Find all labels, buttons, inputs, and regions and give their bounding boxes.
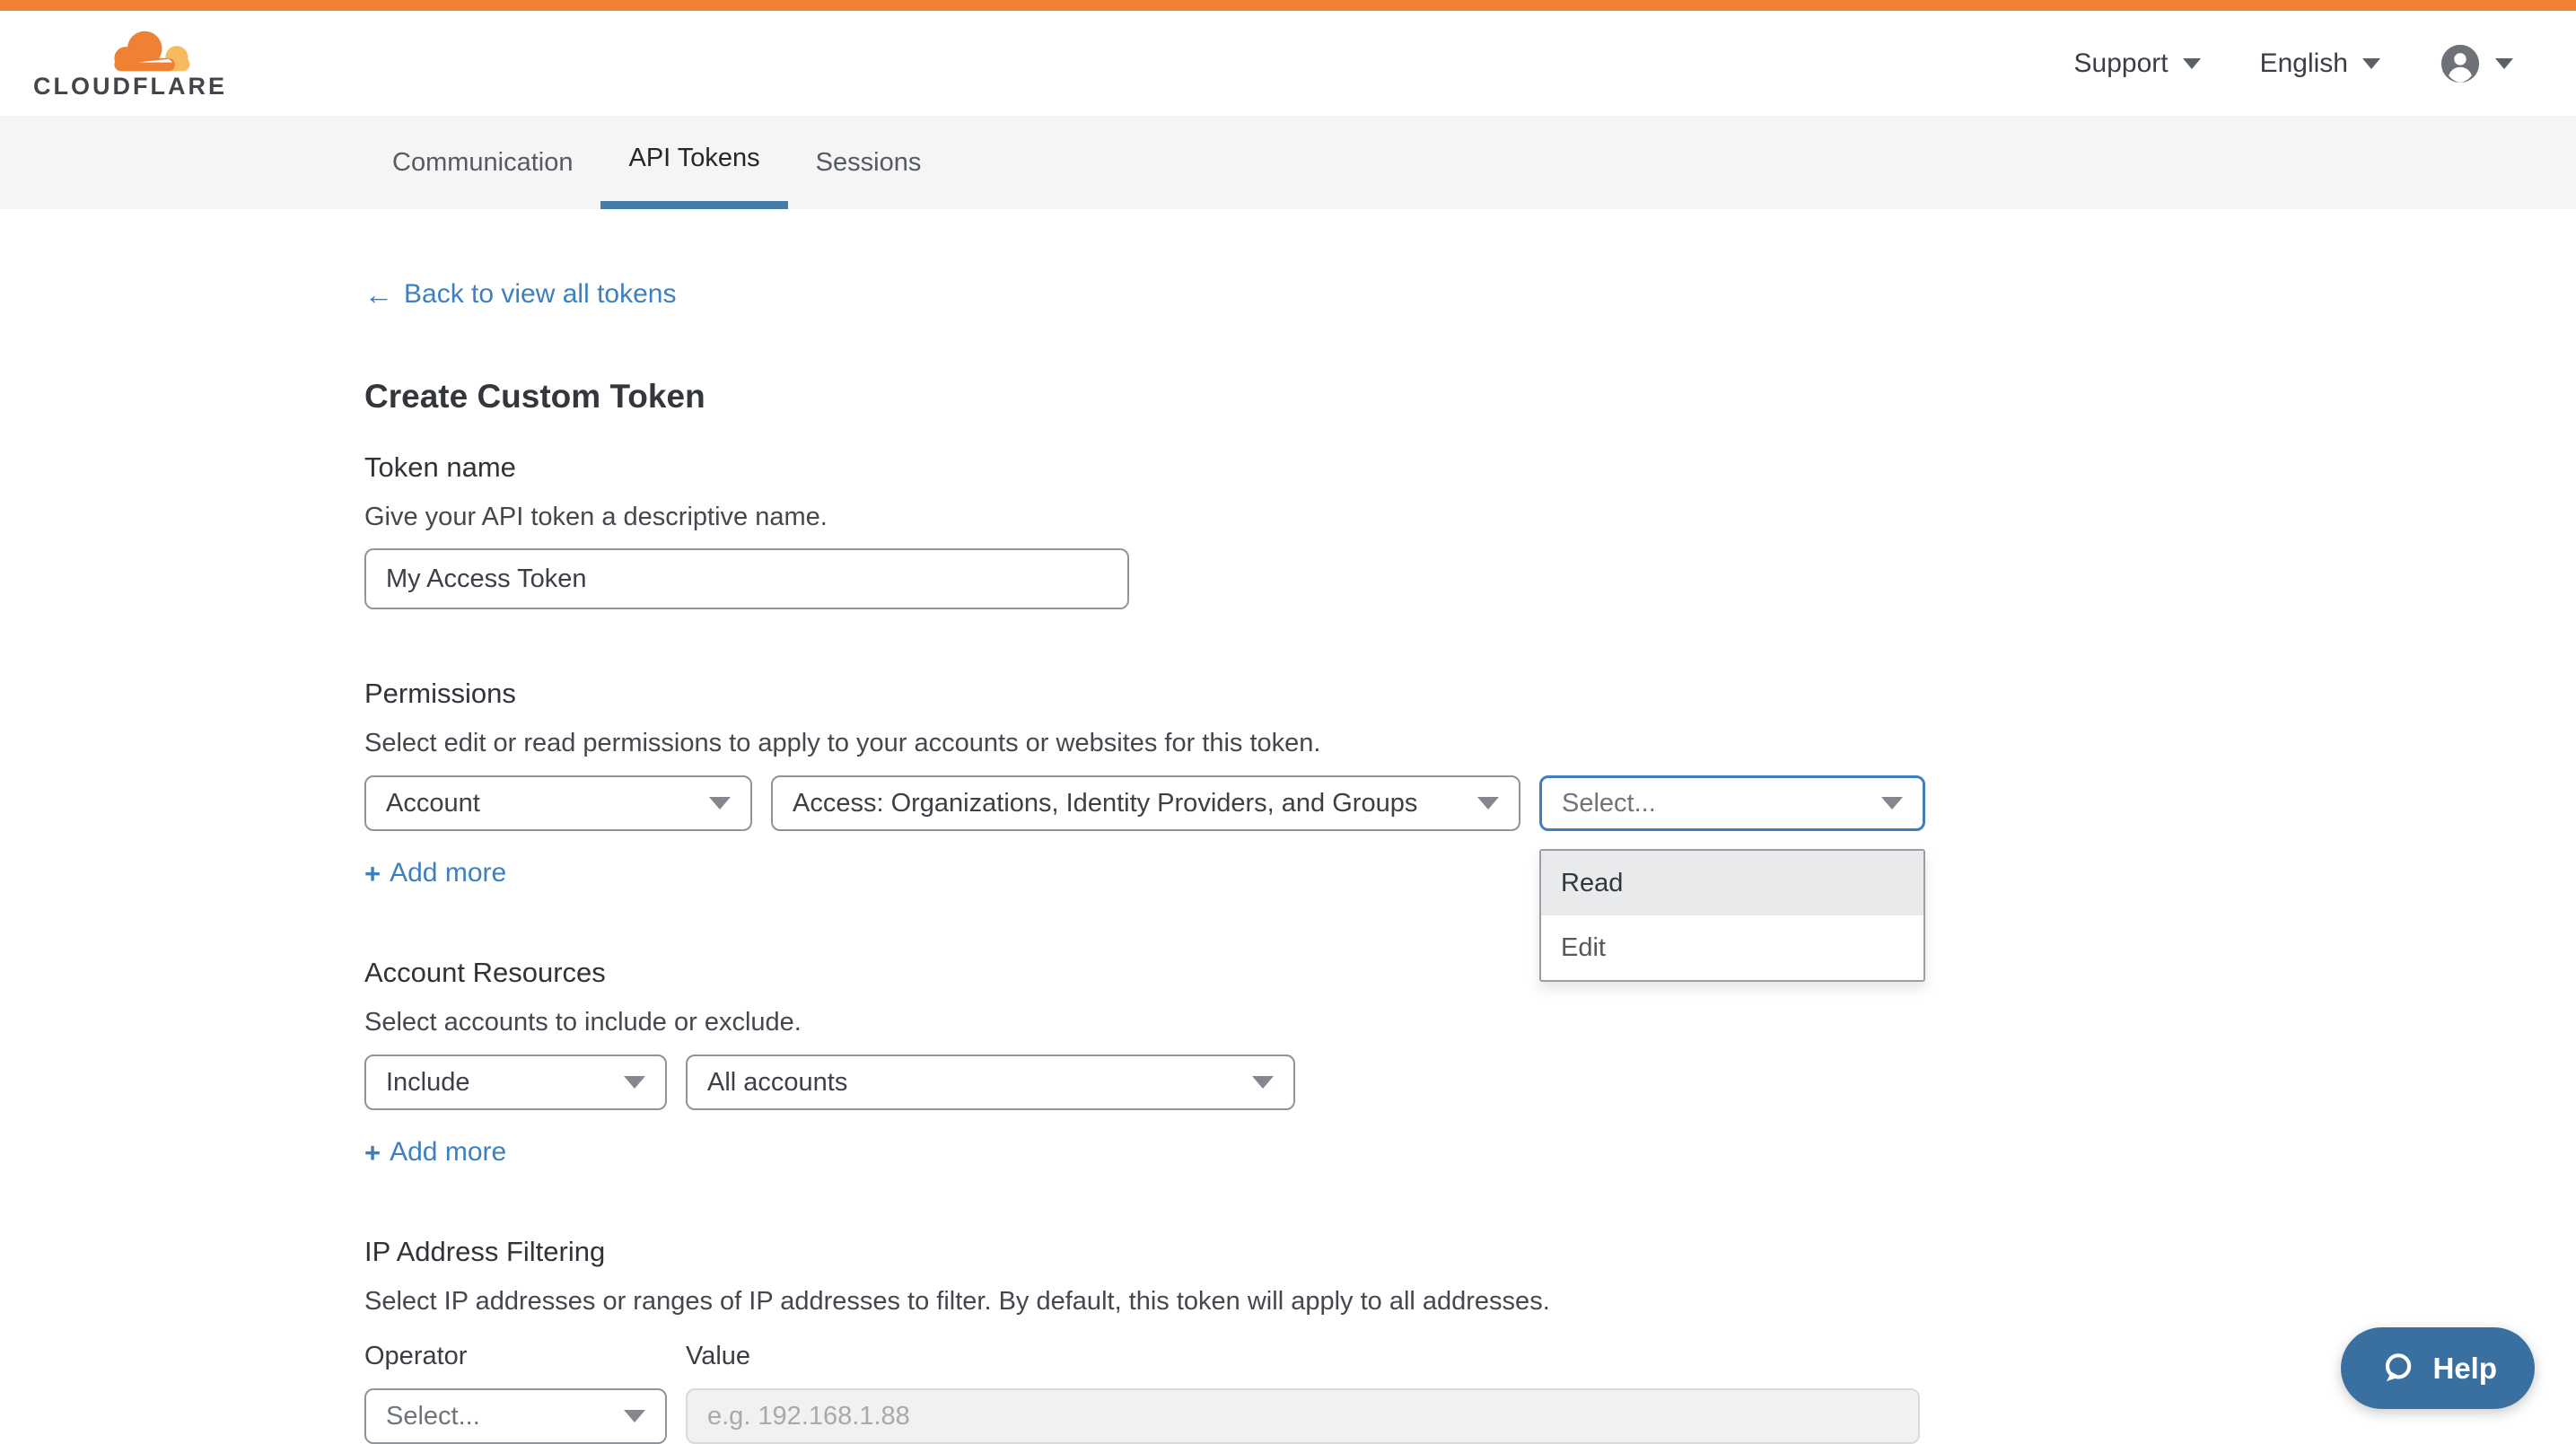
permissions-heading: Permissions	[364, 678, 2212, 710]
language-menu[interactable]: English	[2260, 48, 2380, 79]
permission-scope-select[interactable]: Account	[364, 775, 752, 831]
tab-api-tokens[interactable]: API Tokens	[600, 116, 787, 209]
permission-access-value: Select...	[1562, 789, 1656, 818]
cloudflare-logo-text: CLOUDFLARE	[33, 73, 227, 101]
chevron-down-icon	[2183, 58, 2201, 69]
chevron-down-icon	[2362, 58, 2380, 69]
permission-access-select[interactable]: Select...	[1539, 775, 1925, 831]
value-label: Value	[686, 1342, 750, 1371]
ip-operator-value: Select...	[386, 1402, 480, 1431]
caret-down-icon	[1477, 797, 1499, 810]
help-button-label: Help	[2432, 1352, 2497, 1386]
permission-access-select-wrap: Select... Read Edit	[1539, 775, 1925, 831]
ip-operator-select[interactable]: Select...	[364, 1388, 667, 1444]
back-link-label: Back to view all tokens	[404, 279, 676, 310]
support-menu[interactable]: Support	[2074, 48, 2201, 79]
chevron-down-icon	[2495, 58, 2513, 69]
user-avatar-icon	[2440, 43, 2481, 84]
permission-group-select[interactable]: Access: Organizations, Identity Provider…	[771, 775, 1520, 831]
dropdown-option-read[interactable]: Read	[1541, 851, 1923, 915]
token-name-input[interactable]	[364, 548, 1129, 609]
ip-value-input[interactable]	[686, 1388, 1920, 1444]
plus-icon: +	[364, 1139, 381, 1167]
caret-down-icon	[624, 1410, 645, 1422]
account-resources-add-more-link[interactable]: + Add more	[364, 1137, 506, 1168]
account-resources-heading: Account Resources	[364, 957, 2212, 989]
token-name-section: Token name Give your API token a descrip…	[364, 451, 2212, 609]
account-resources-accounts-select[interactable]: All accounts	[686, 1055, 1295, 1110]
account-resources-accounts-value: All accounts	[707, 1068, 847, 1098]
caret-down-icon	[624, 1076, 645, 1089]
caret-down-icon	[1881, 797, 1903, 810]
plus-icon: +	[364, 860, 381, 888]
access-dropdown-menu: Read Edit	[1539, 849, 1925, 982]
header: CLOUDFLARE Support English	[0, 11, 2576, 116]
permissions-add-more-link[interactable]: + Add more	[364, 858, 506, 888]
permission-scope-value: Account	[386, 789, 480, 818]
language-menu-label: English	[2260, 48, 2348, 79]
page-title: Create Custom Token	[364, 378, 2212, 416]
header-menus: Support English	[2074, 43, 2513, 84]
dropdown-option-edit[interactable]: Edit	[1541, 915, 1923, 980]
cloudflare-logo[interactable]: CLOUDFLARE	[33, 26, 227, 101]
permissions-description: Select edit or read permissions to apply…	[364, 729, 2212, 758]
ip-filtering-section: IP Address Filtering Select IP addresses…	[364, 1236, 2212, 1444]
cloudflare-cloud-icon	[103, 26, 197, 76]
brand-accent-bar	[0, 0, 2576, 11]
token-name-description: Give your API token a descriptive name.	[364, 503, 2212, 532]
permission-group-value: Access: Organizations, Identity Provider…	[793, 789, 1417, 818]
ip-filtering-heading: IP Address Filtering	[364, 1236, 2212, 1268]
permissions-add-more-label: Add more	[390, 858, 506, 888]
operator-label: Operator	[364, 1342, 686, 1371]
profile-tabbar: Communication API Tokens Sessions	[0, 116, 2576, 209]
back-arrow-icon: ←	[364, 280, 393, 309]
back-to-tokens-link[interactable]: ← Back to view all tokens	[364, 279, 676, 310]
token-name-heading: Token name	[364, 451, 2212, 484]
permissions-section: Permissions Select edit or read permissi…	[364, 678, 2212, 888]
chat-bubble-icon	[2379, 1350, 2416, 1387]
caret-down-icon	[1252, 1076, 1274, 1089]
account-resources-description: Select accounts to include or exclude.	[364, 1008, 2212, 1037]
account-resources-mode-select[interactable]: Include	[364, 1055, 667, 1110]
account-resources-mode-value: Include	[386, 1068, 470, 1098]
caret-down-icon	[709, 797, 731, 810]
help-button[interactable]: Help	[2341, 1327, 2535, 1409]
tab-sessions[interactable]: Sessions	[788, 116, 950, 209]
account-resources-add-more-label: Add more	[390, 1137, 506, 1168]
ip-filtering-description: Select IP addresses or ranges of IP addr…	[364, 1287, 2212, 1317]
support-menu-label: Support	[2074, 48, 2169, 79]
main-content: ← Back to view all tokens Create Custom …	[364, 209, 2212, 1444]
account-menu[interactable]	[2440, 43, 2513, 84]
tab-communication[interactable]: Communication	[364, 116, 600, 209]
account-resources-section: Account Resources Select accounts to inc…	[364, 957, 2212, 1168]
